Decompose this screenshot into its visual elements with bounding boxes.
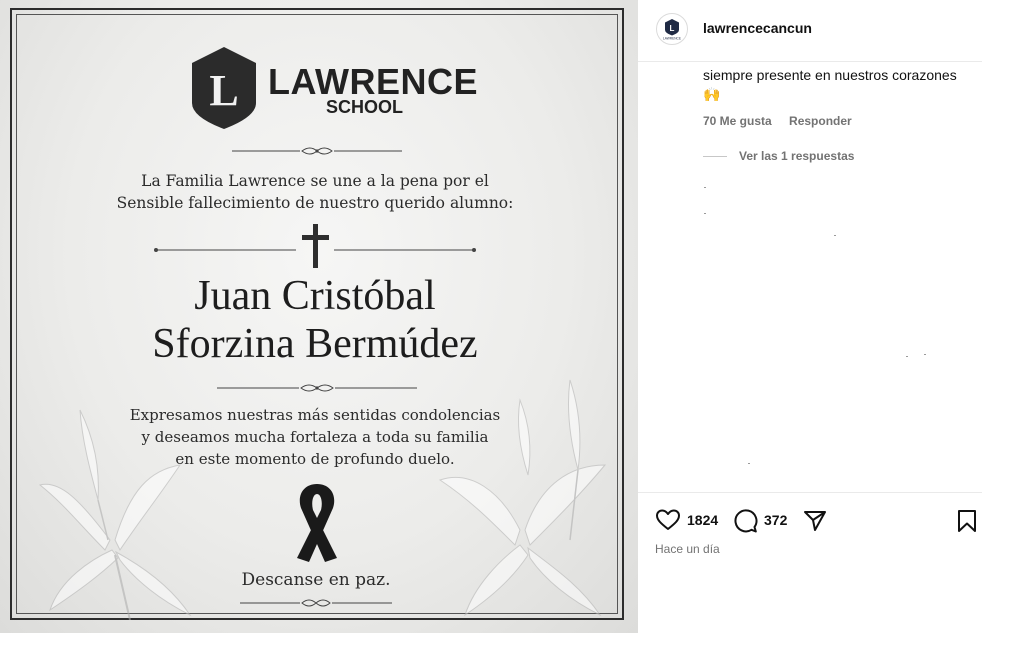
- heart-icon[interactable]: [655, 508, 681, 532]
- artifact-dot: [704, 187, 706, 188]
- bookmark-icon[interactable]: [956, 508, 978, 534]
- ribbon-icon: [297, 484, 337, 562]
- ornament-divider-middle: [217, 384, 417, 392]
- condolence-line-2: y deseamos mucha fortaleza a toda su fam…: [141, 428, 489, 446]
- artifact-dot: [906, 356, 908, 357]
- header-divider: [638, 61, 982, 62]
- likes-count[interactable]: 1824: [687, 512, 718, 528]
- cross-divider: [154, 224, 476, 268]
- svg-text:L: L: [209, 66, 238, 115]
- deceased-name-line-1: Juan Cristóbal: [194, 273, 436, 319]
- shield-icon: L: [192, 47, 256, 129]
- post-image[interactable]: L LAWRENCE SCHOOL La Familia Lawrence se…: [0, 0, 638, 633]
- comment-meta: 70 Me gusta Responder: [703, 114, 852, 128]
- cross-icon: [302, 224, 329, 268]
- actions-divider: [638, 492, 982, 493]
- closing-text: Descanse en paz.: [241, 570, 391, 590]
- school-logo: L LAWRENCE SCHOOL: [188, 45, 478, 135]
- post-sidebar: L LAWRENCE lawrencecancun siempre presen…: [638, 0, 1024, 648]
- condolence-line-3: en este momento de profundo duelo.: [175, 450, 455, 468]
- view-replies-label: Ver las 1 respuestas: [739, 149, 855, 163]
- artifact-dot: [924, 354, 926, 355]
- share-icon[interactable]: [802, 508, 828, 534]
- artifact-dot: [834, 235, 836, 236]
- post-timestamp: Hace un día: [655, 542, 720, 556]
- view-replies-button[interactable]: Ver las 1 respuestas: [703, 149, 854, 163]
- comment-icon[interactable]: [732, 508, 758, 534]
- ornament-divider-top: [232, 147, 402, 155]
- avatar[interactable]: L LAWRENCE: [656, 13, 688, 45]
- svg-text:L: L: [670, 24, 675, 33]
- intro-line-2: Sensible fallecimiento de nuestro querid…: [116, 194, 514, 212]
- condolence-line-1: Expresamos nuestras más sentidas condole…: [129, 406, 501, 424]
- logo-sub: SCHOOL: [326, 97, 404, 117]
- artifact-dot: [704, 213, 706, 214]
- ornament-divider-bottom: [240, 599, 392, 607]
- intro-line-1: La Familia Lawrence se une a la pena por…: [141, 172, 489, 190]
- artifact-dot: [748, 463, 750, 464]
- replies-line: [703, 156, 727, 158]
- reply-button[interactable]: Responder: [789, 114, 852, 128]
- avatar-logo-icon: L LAWRENCE: [663, 19, 681, 41]
- comment-text: siempre presente en nuestros corazones 🙌: [703, 67, 957, 102]
- deceased-name-line-2: Sforzina Bermúdez: [152, 321, 478, 367]
- comment-likes[interactable]: 70 Me gusta: [703, 114, 772, 128]
- svg-text:LAWRENCE: LAWRENCE: [663, 37, 681, 41]
- comments-count[interactable]: 372: [764, 512, 787, 528]
- username[interactable]: lawrencecancun: [703, 20, 812, 36]
